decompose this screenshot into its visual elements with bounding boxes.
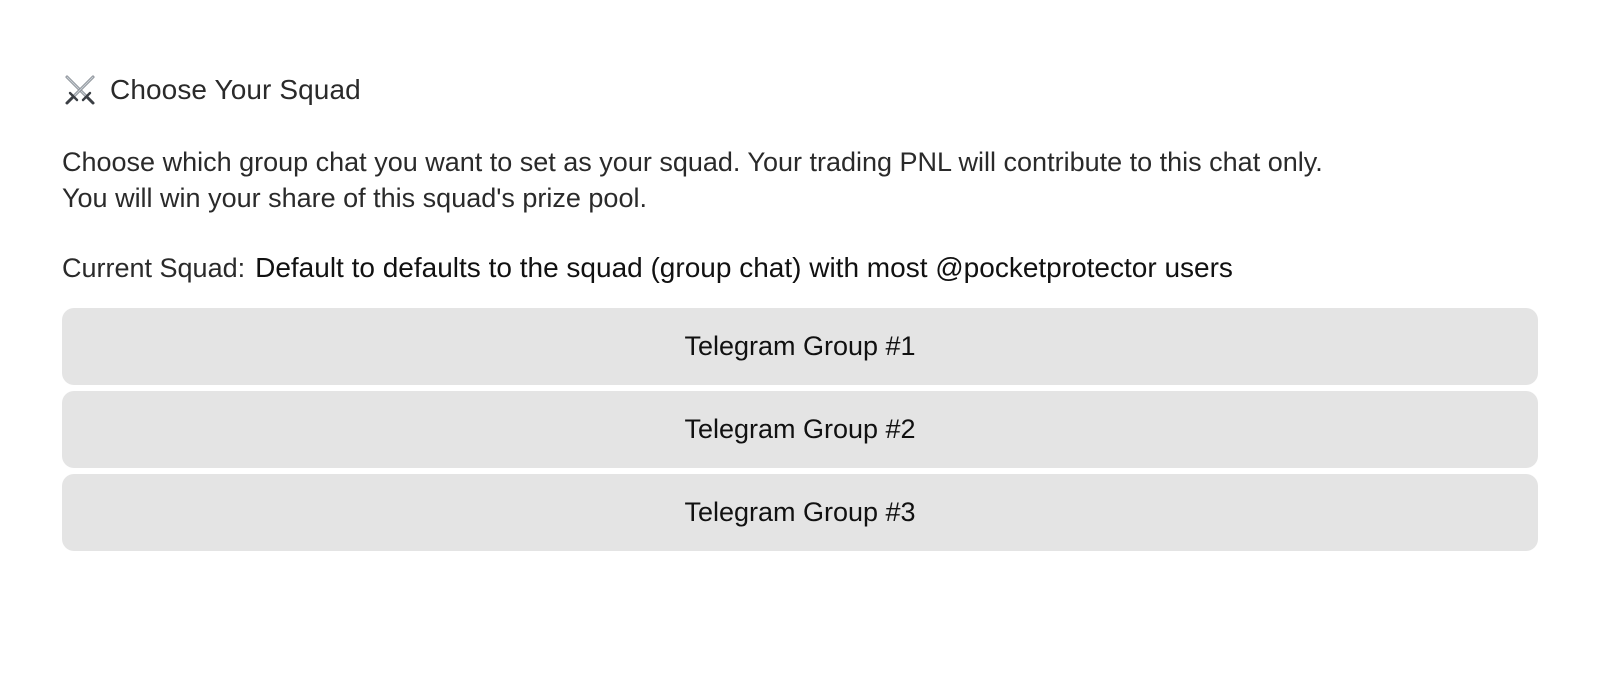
telegram-group-2-button[interactable]: Telegram Group #2 [62, 391, 1538, 468]
current-squad-label: Current Squad: [62, 253, 246, 283]
page-title: Choose Your Squad [110, 74, 361, 105]
squad-options-list: Telegram Group #1 Telegram Group #2 Tele… [62, 308, 1538, 557]
crossed-swords-icon [62, 72, 98, 108]
title-row: Choose Your Squad [62, 70, 361, 110]
squad-description: Choose which group chat you want to set … [62, 144, 1538, 216]
description-line-2: You will win your share of this squad's … [62, 183, 647, 213]
current-squad-value: Default to defaults to the squad (group … [255, 252, 1233, 283]
telegram-group-1-button[interactable]: Telegram Group #1 [62, 308, 1538, 385]
telegram-group-3-button[interactable]: Telegram Group #3 [62, 474, 1538, 551]
current-squad-row: Current Squad: Default to defaults to th… [62, 252, 1233, 292]
description-line-1: Choose which group chat you want to set … [62, 147, 1323, 177]
